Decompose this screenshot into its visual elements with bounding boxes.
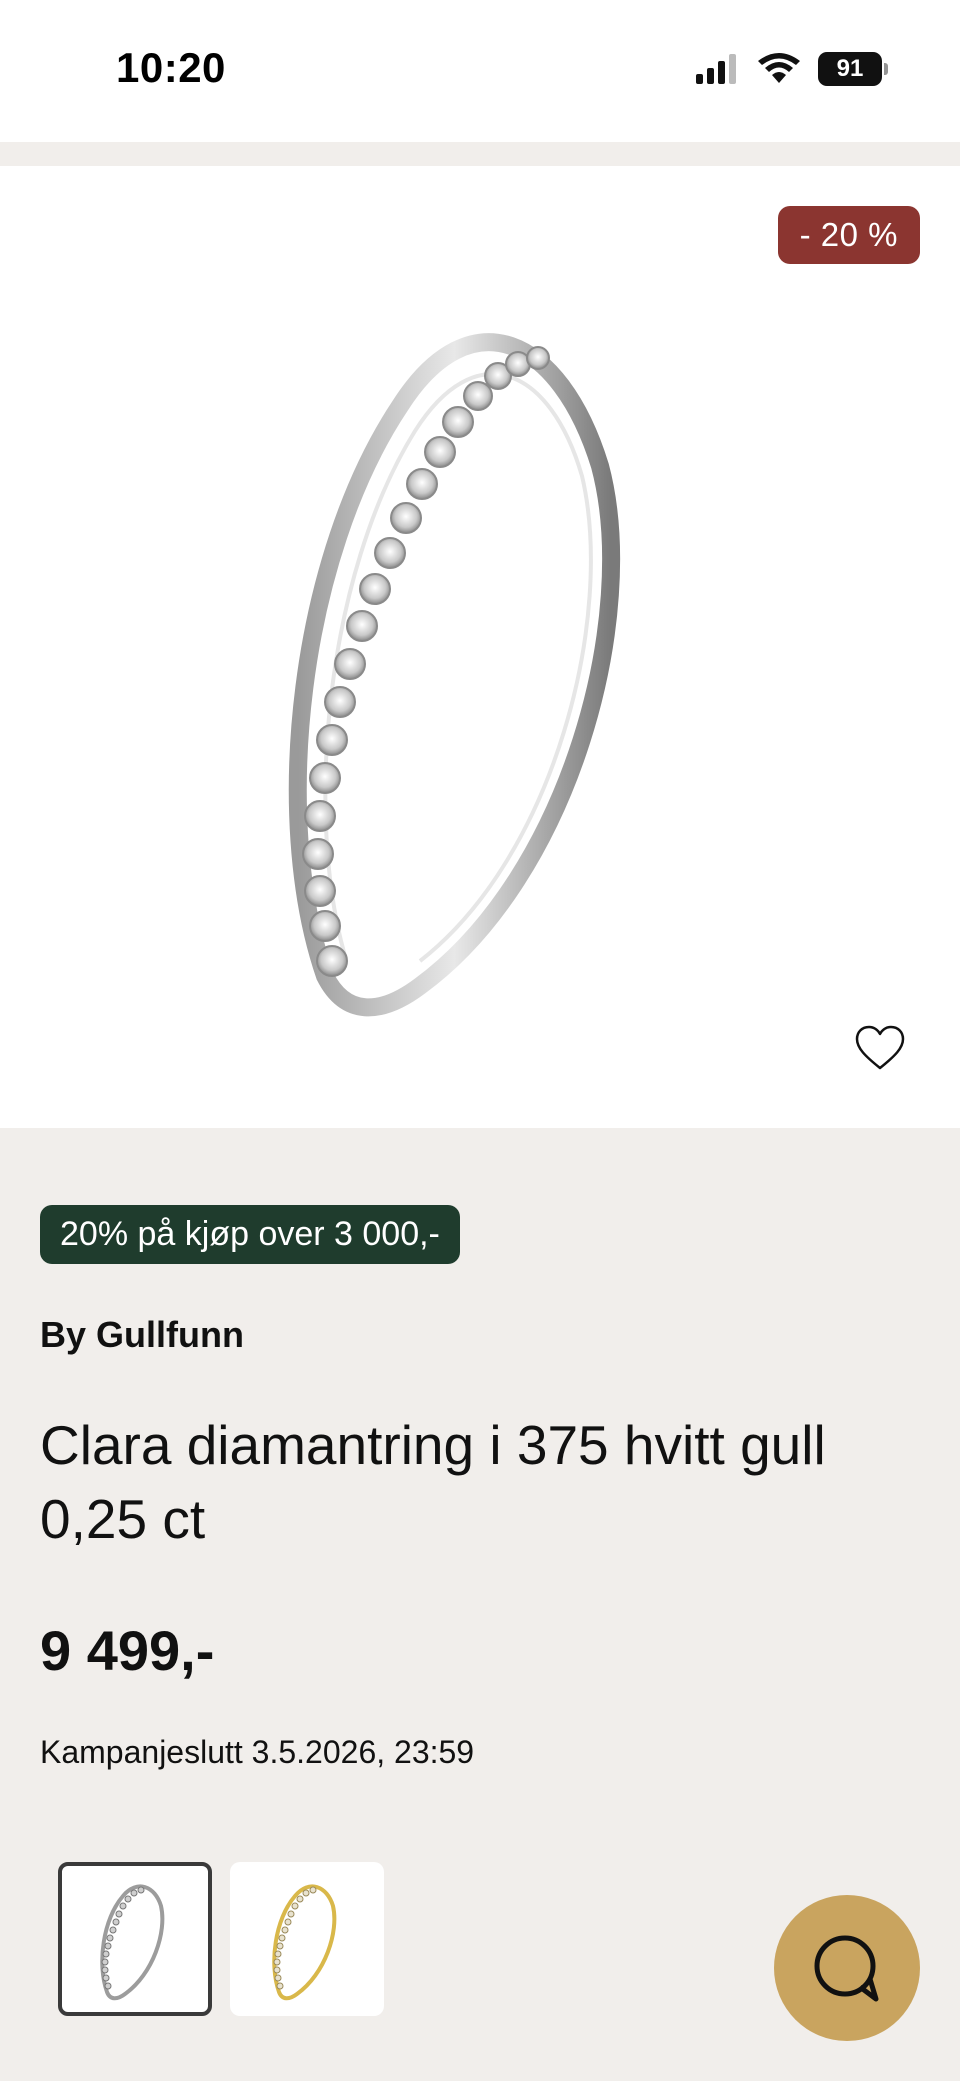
- variant-thumbnail-yellow-gold[interactable]: [230, 1862, 384, 2016]
- product-image: [288, 333, 621, 1017]
- product-brand[interactable]: By Gullfunn: [40, 1314, 244, 1356]
- variant-thumbnail-white-gold[interactable]: [58, 1862, 212, 2016]
- heart-icon: [855, 1025, 905, 1070]
- status-icons: 91: [696, 52, 888, 86]
- product-title: Clara diamantring i 375 hvitt gull 0,25 …: [40, 1414, 826, 1550]
- status-time: 10:20: [116, 44, 226, 91]
- ring-thumbnail-image: [100, 1884, 165, 2001]
- discount-badge: - 20 %: [777, 206, 920, 264]
- chat-icon: [814, 1935, 879, 2002]
- divider: [0, 142, 960, 166]
- wifi-icon: [758, 53, 800, 83]
- product-price: 9 499,-: [40, 1619, 215, 1682]
- battery-icon: 91: [818, 52, 888, 86]
- status-bar: 10:20 91: [0, 0, 960, 142]
- battery-level: 91: [836, 55, 864, 82]
- ring-thumbnail-image: [272, 1884, 337, 2001]
- product-image-gallery[interactable]: - 20 %: [0, 166, 960, 1128]
- signal-icon: [696, 54, 736, 84]
- promo-badge: 20% på kjøp over 3 000,-: [40, 1205, 460, 1264]
- favorite-button[interactable]: [852, 1020, 908, 1076]
- campaign-end: Kampanjeslutt 3.5.2026, 23:59: [40, 1734, 475, 1770]
- chat-button[interactable]: [774, 1895, 920, 2041]
